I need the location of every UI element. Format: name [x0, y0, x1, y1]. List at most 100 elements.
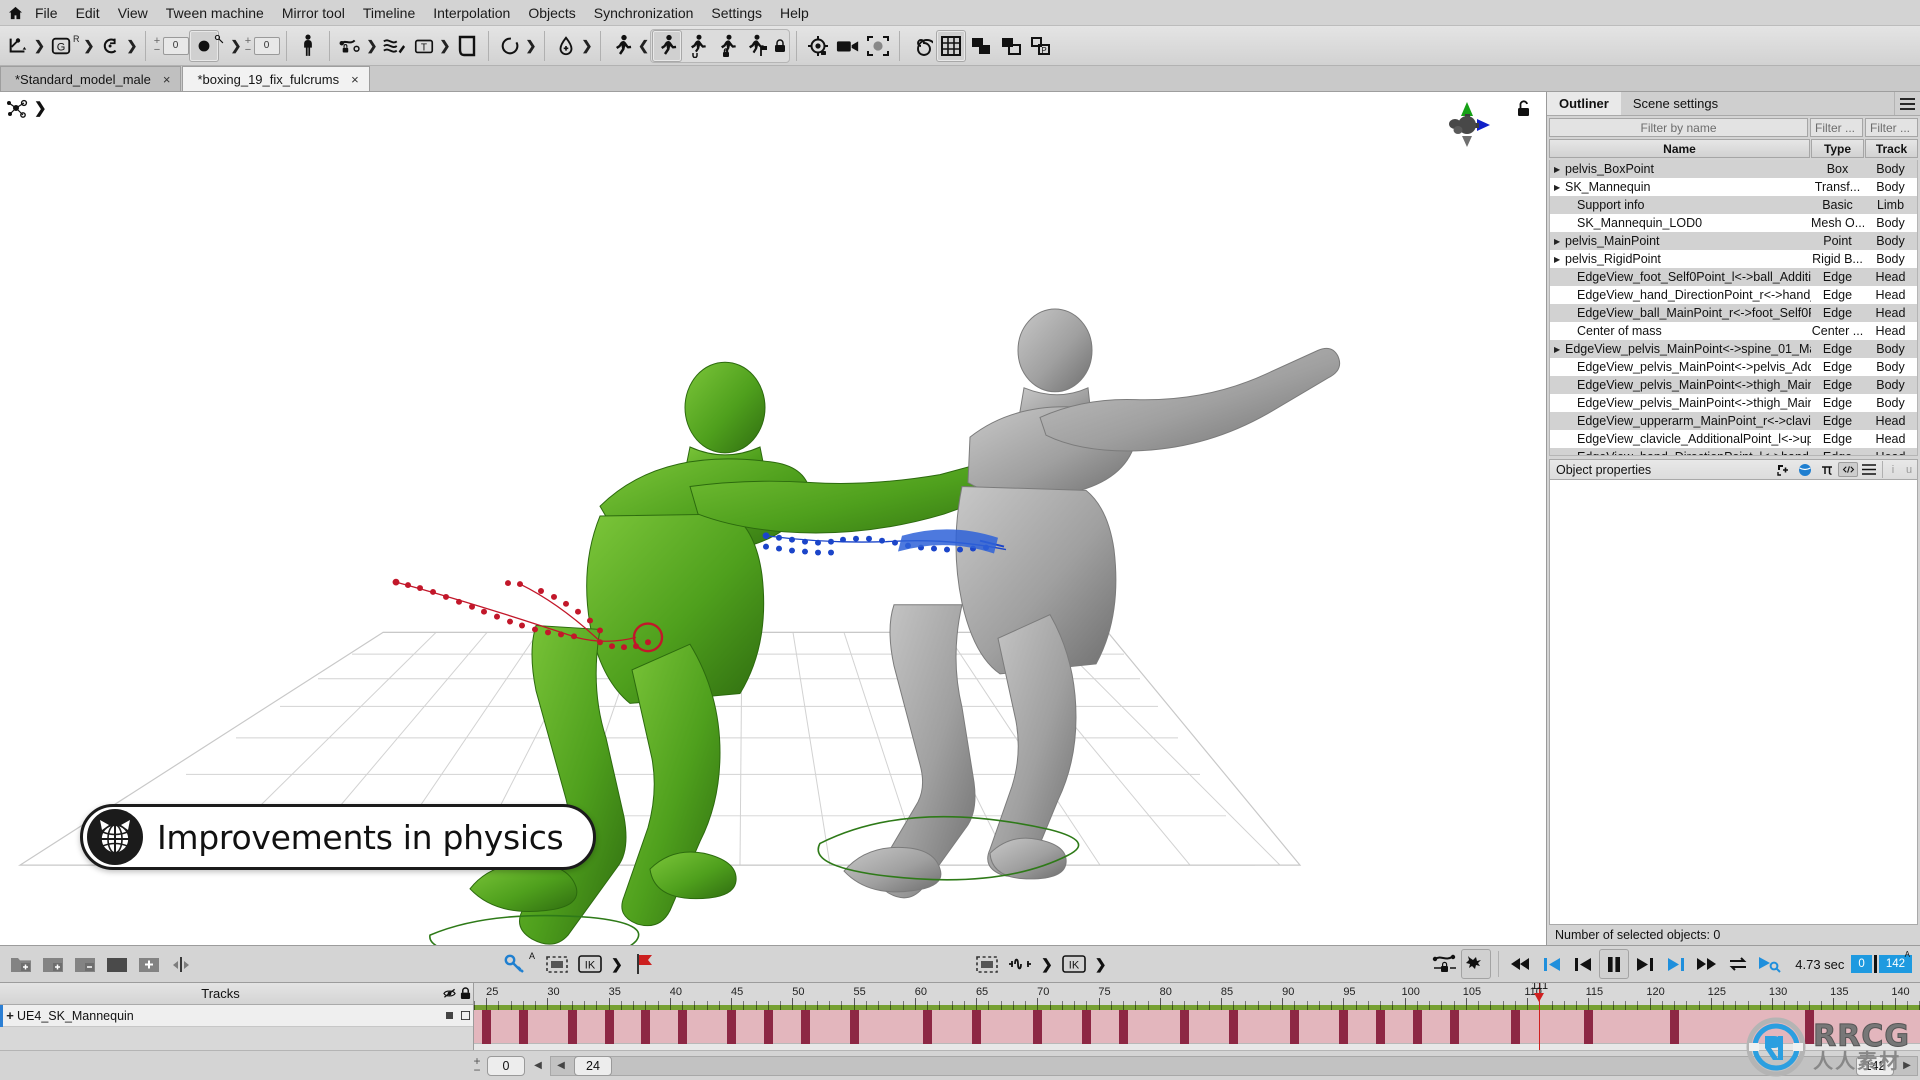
keyframe-marker[interactable]	[567, 1010, 577, 1044]
range-start-value[interactable]: 0	[1851, 955, 1872, 973]
menu-tween-machine[interactable]: Tween machine	[157, 2, 273, 24]
track-expand-icon[interactable]: +	[3, 1008, 17, 1023]
keyframe-marker[interactable]	[1033, 1010, 1043, 1044]
menu-help[interactable]: Help	[771, 2, 818, 24]
outliner-row[interactable]: ▶EdgeView_clavicle_AdditionalPoint_l<->u…	[1550, 430, 1917, 448]
tab-scene-settings[interactable]: Scene settings	[1621, 92, 1730, 115]
keyframe-marker[interactable]	[641, 1010, 651, 1044]
keyframe-marker[interactable]	[1290, 1010, 1300, 1044]
frame-stepper[interactable]: + −	[470, 1055, 484, 1076]
square-empty-icon[interactable]	[457, 1011, 473, 1020]
keyframe-marker[interactable]	[482, 1010, 492, 1044]
hamburger-icon[interactable]	[1894, 92, 1920, 115]
keyframe-marker[interactable]	[1180, 1010, 1190, 1044]
keyframe-marker[interactable]	[1082, 1010, 1092, 1044]
keyframe-marker[interactable]	[1449, 1010, 1459, 1044]
filter-by-name-input[interactable]: Filter by name	[1549, 118, 1808, 137]
outliner-row[interactable]: ▶EdgeView_pelvis_MainPoint<->pelvis_Addi…	[1550, 358, 1917, 376]
breadcrumb-caret-icon[interactable]: ❯	[34, 99, 47, 117]
menu-objects[interactable]: Objects	[519, 2, 584, 24]
keyframe-marker[interactable]	[727, 1010, 737, 1044]
expand-arrow-icon[interactable]: ▶	[1554, 345, 1562, 354]
outliner-row[interactable]: ▶Support info Basic Limb	[1550, 196, 1917, 214]
run-mode-button[interactable]	[651, 29, 682, 62]
text-tool-caret[interactable]: ❯	[439, 30, 452, 62]
expand-arrow-icon[interactable]: ▶	[1554, 183, 1562, 192]
tab-boxing-19-fix-fulcrums[interactable]: *boxing_19_fix_fulcrums ×	[182, 66, 370, 91]
mirror-track-button[interactable]	[166, 949, 196, 979]
list-icon[interactable]	[1858, 460, 1880, 479]
viewport-3d[interactable]: ❯ Improvements in physics	[0, 92, 1546, 945]
solid-track-button[interactable]	[102, 949, 132, 979]
object-properties-body[interactable]	[1549, 480, 1918, 925]
column-header-type[interactable]: Type	[1811, 139, 1864, 158]
target-lock-button[interactable]	[803, 30, 833, 62]
remove-track-button[interactable]	[70, 949, 100, 979]
run-lock-mode-button[interactable]	[712, 30, 742, 62]
curve-tool-button[interactable]	[1005, 949, 1035, 979]
keyframe-band[interactable]	[474, 1010, 1920, 1044]
range-chip[interactable]: 0 142	[1851, 955, 1912, 973]
ghost-tool-caret[interactable]: ❯	[83, 30, 96, 62]
close-icon[interactable]: ×	[163, 72, 171, 87]
run-u-mode-button[interactable]	[682, 30, 712, 62]
new-folder-track-button[interactable]	[6, 949, 36, 979]
add-object-icon[interactable]	[1772, 460, 1794, 479]
keyframe-marker[interactable]	[1412, 1010, 1422, 1044]
outliner-row[interactable]: ▶SK_Mannequin_LOD0Mesh O... Body	[1550, 214, 1917, 232]
column-header-name[interactable]: Name	[1549, 139, 1810, 158]
layers-button[interactable]	[966, 30, 996, 62]
outliner-row[interactable]: ▶ SK_Mannequin Transf... Body	[1550, 178, 1917, 196]
track-row[interactable]: + UE4_SK_Mannequin	[0, 1004, 473, 1027]
outliner-row[interactable]: ▶EdgeView_pelvis_MainPoint<->thigh_MainP…	[1550, 376, 1917, 394]
props-corner-right[interactable]: u	[1901, 464, 1917, 476]
layers-alt-button[interactable]	[996, 30, 1026, 62]
keyframe-marker[interactable]	[1510, 1010, 1520, 1044]
timeline-range-scrollbar[interactable]: ◀ 24 142 ▶	[550, 1055, 1918, 1076]
go-to-end-button[interactable]	[1661, 949, 1691, 979]
timeline-ruler[interactable]: 25 30 35 40 45 50 55 60 65 70 75 80 85 90 95 100 105 110 1…	[474, 983, 1920, 1005]
render-region-button[interactable]	[863, 30, 893, 62]
unlock-icon[interactable]	[1516, 100, 1532, 118]
range-prev-button[interactable]: ◀	[551, 1056, 571, 1076]
keyframe-marker[interactable]	[1119, 1010, 1129, 1044]
expand-arrow-icon[interactable]: ▶	[1554, 165, 1562, 174]
keyframe-marker[interactable]	[678, 1010, 688, 1044]
grid-button[interactable]	[935, 29, 966, 62]
range-start-input[interactable]: 24	[574, 1055, 612, 1076]
select-region-button[interactable]	[542, 949, 572, 979]
shape-tool-button[interactable]	[452, 30, 482, 62]
ik-tool-2-button[interactable]: IK	[1059, 949, 1089, 979]
move-tool-caret[interactable]: ❯	[33, 30, 46, 62]
outliner-row[interactable]: ▶ EdgeView_pelvis_MainPoint<->spine_01_Ma…	[1550, 340, 1917, 358]
pin-lock-caret[interactable]: ❯	[366, 30, 379, 62]
keyframe-marker[interactable]	[763, 1010, 773, 1044]
ik-tool-button[interactable]: IK	[575, 949, 605, 979]
menu-edit[interactable]: Edit	[67, 2, 109, 24]
keyframe-marker[interactable]	[800, 1010, 810, 1044]
rotate-tool-button[interactable]	[96, 30, 126, 62]
onion-key-caret[interactable]: ❯	[230, 30, 243, 62]
settings-p-button[interactable]: P	[1026, 30, 1056, 62]
move-tool-button[interactable]	[3, 30, 33, 62]
walk-mode-button[interactable]	[607, 30, 637, 62]
outliner-row[interactable]: ▶EdgeView_foot_Self0Point_l<->ball_Addit…	[1550, 268, 1917, 286]
sphere-icon[interactable]	[1794, 460, 1816, 479]
expand-arrow-icon[interactable]: ▶	[1554, 255, 1562, 264]
rotate-tool-caret[interactable]: ❯	[126, 30, 139, 62]
camera-button[interactable]	[833, 30, 863, 62]
outliner-row[interactable]: ▶ pelvis_MainPoint Point Body	[1550, 232, 1917, 250]
menu-timeline[interactable]: Timeline	[354, 2, 424, 24]
spiral-button[interactable]	[906, 30, 936, 62]
next-frame-button[interactable]	[1630, 949, 1660, 979]
prev-frame-button[interactable]	[1568, 949, 1598, 979]
pi-icon[interactable]	[1816, 460, 1838, 479]
pin-lock-tool-button[interactable]	[336, 30, 366, 62]
keyframe-marker[interactable]	[1376, 1010, 1386, 1044]
code-icon[interactable]	[1838, 462, 1858, 477]
props-corner-left[interactable]: i	[1885, 464, 1901, 476]
filter-track-input[interactable]: Filter ...	[1865, 118, 1918, 137]
close-icon[interactable]: ×	[351, 72, 359, 87]
curve-tool-caret[interactable]: ❯	[1038, 956, 1056, 973]
keyframe-marker[interactable]	[1670, 1010, 1680, 1044]
